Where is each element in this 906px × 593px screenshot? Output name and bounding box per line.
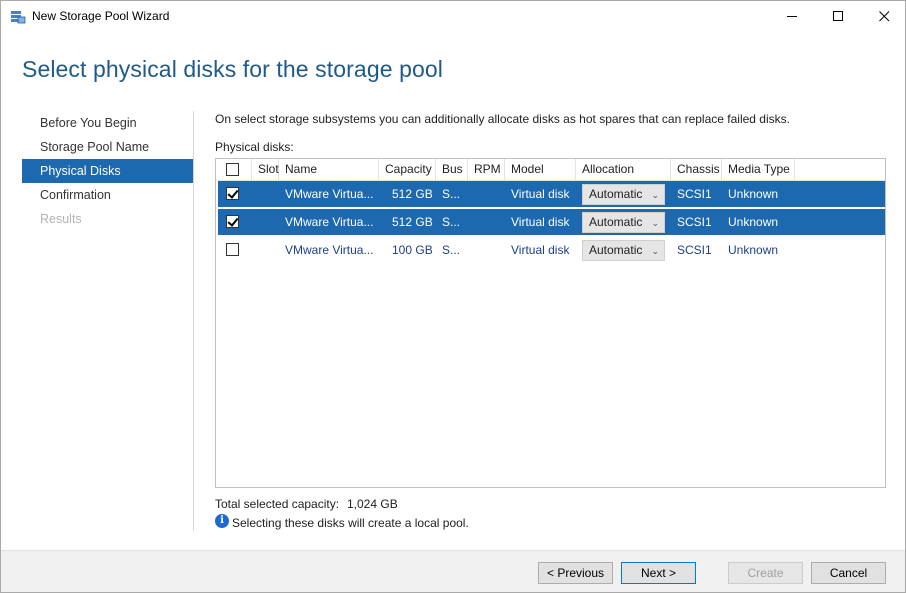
cell-capacity: 512 GB (392, 187, 433, 201)
nav-item-results: Results (40, 212, 82, 226)
physical-disks-label: Physical disks: (215, 140, 294, 154)
table-row[interactable]: VMware Virtua... 512 GB S... Virtual dis… (218, 181, 885, 207)
col-header-bus[interactable]: Bus (436, 159, 468, 180)
page-description: On select storage subsystems you can add… (215, 112, 790, 126)
physical-disks-table: Slot Name Capacity Bus RPM Model Allocat… (215, 158, 886, 488)
cell-chassis: SCSI1 (677, 215, 712, 229)
allocation-dropdown[interactable]: Automatic ⌄ (582, 184, 665, 205)
cell-bus: S... (442, 215, 461, 229)
row-checkbox[interactable] (226, 243, 239, 256)
maximize-icon (832, 11, 843, 21)
close-button[interactable] (861, 1, 906, 32)
cell-model: Virtual disk (511, 243, 570, 257)
header-checkbox-cell (216, 159, 252, 180)
chevron-down-icon: ⌄ (651, 218, 659, 228)
cell-name: VMware Virtua... (285, 215, 374, 229)
col-header-media-type[interactable]: Media Type (722, 159, 795, 180)
col-header-slot[interactable]: Slot (252, 159, 279, 180)
wizard-window: New Storage Pool Wizard Select physical … (0, 0, 906, 593)
allocation-value: Automatic (589, 187, 643, 201)
col-header-model[interactable]: Model (505, 159, 576, 180)
chevron-down-icon: ⌄ (651, 246, 659, 256)
col-header-name[interactable]: Name (279, 159, 379, 180)
nav-item-storage-pool-name[interactable]: Storage Pool Name (22, 135, 193, 159)
total-capacity-value: 1,024 GB (347, 497, 398, 511)
table-header: Slot Name Capacity Bus RPM Model Allocat… (216, 159, 885, 181)
nav-divider (193, 111, 194, 531)
next-button[interactable]: Next > (621, 562, 696, 584)
cell-name: VMware Virtua... (285, 187, 374, 201)
col-header-allocation[interactable]: Allocation (576, 159, 671, 180)
col-header-chassis[interactable]: Chassis (671, 159, 722, 180)
cell-bus: S... (442, 187, 461, 201)
storage-pool-icon (10, 9, 26, 24)
allocation-value: Automatic (589, 215, 643, 229)
allocation-dropdown[interactable]: Automatic ⌄ (582, 212, 665, 233)
nav-item-physical-disks[interactable]: Physical Disks (22, 159, 193, 183)
cancel-button[interactable]: Cancel (811, 562, 886, 584)
title-bar: New Storage Pool Wizard (1, 1, 905, 32)
cell-capacity: 512 GB (392, 215, 433, 229)
minimize-button[interactable] (769, 1, 815, 32)
allocation-dropdown[interactable]: Automatic ⌄ (582, 240, 665, 261)
chevron-down-icon: ⌄ (651, 190, 659, 200)
cell-capacity: 100 GB (392, 243, 433, 257)
cell-media-type: Unknown (728, 187, 779, 201)
close-icon (878, 11, 889, 22)
total-capacity-label: Total selected capacity: (215, 497, 340, 511)
row-checkbox[interactable] (226, 187, 239, 200)
row-checkbox[interactable] (226, 215, 239, 228)
cell-media-type: Unknown (728, 215, 779, 229)
col-header-capacity[interactable]: Capacity (379, 159, 436, 180)
create-button: Create (728, 562, 803, 584)
table-row[interactable]: VMware Virtua... 100 GB S... Virtual dis… (218, 237, 885, 263)
cell-model: Virtual disk (511, 215, 570, 229)
info-message: Selecting these disks will create a loca… (232, 516, 469, 530)
minimize-icon (786, 16, 797, 17)
cell-name: VMware Virtua... (285, 243, 374, 257)
nav-item-before-you-begin[interactable]: Before You Begin (22, 111, 193, 135)
nav-item-confirmation[interactable]: Confirmation (22, 183, 193, 207)
button-bar: < Previous Next > Create Cancel (1, 550, 905, 592)
page-title: Select physical disks for the storage po… (22, 56, 443, 82)
cell-bus: S... (442, 243, 461, 257)
previous-button[interactable]: < Previous (538, 562, 613, 584)
cell-chassis: SCSI1 (677, 187, 712, 201)
cell-chassis: SCSI1 (677, 243, 712, 257)
cell-model: Virtual disk (511, 187, 570, 201)
col-header-rpm[interactable]: RPM (468, 159, 505, 180)
maximize-button[interactable] (815, 1, 861, 32)
allocation-value: Automatic (589, 243, 643, 257)
window-title: New Storage Pool Wizard (32, 9, 170, 23)
info-icon: i (215, 514, 229, 528)
table-row[interactable]: VMware Virtua... 512 GB S... Virtual dis… (218, 209, 885, 235)
select-all-checkbox[interactable] (226, 163, 239, 176)
cell-media-type: Unknown (728, 243, 779, 257)
wizard-steps-nav: Before You Begin Storage Pool Name Physi… (22, 111, 193, 231)
